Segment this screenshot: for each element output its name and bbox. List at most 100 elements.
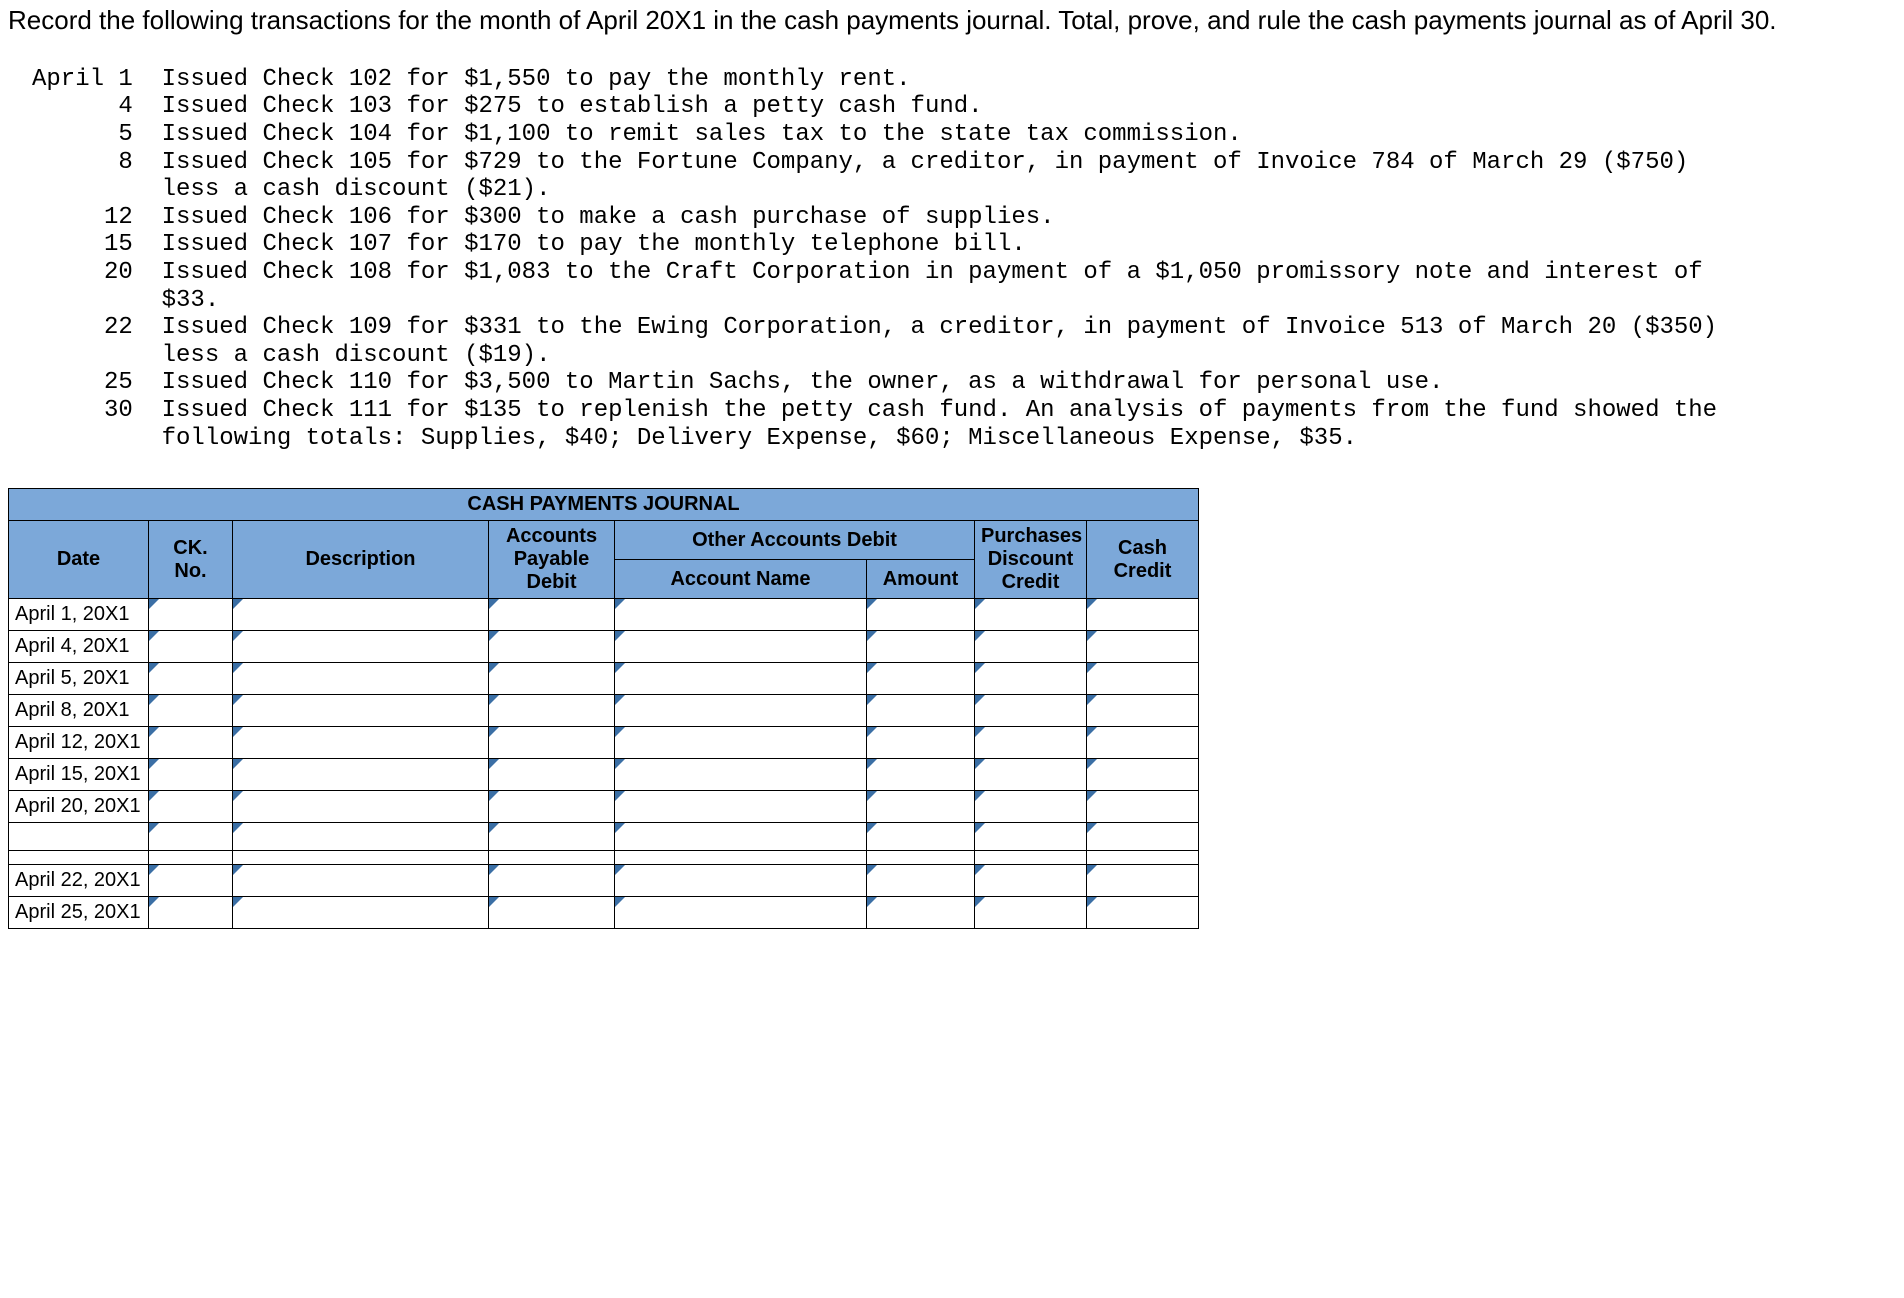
cell-description[interactable] <box>233 759 489 791</box>
cash-payments-journal-table: CASH PAYMENTS JOURNAL Date CK. No. Descr… <box>8 488 1199 929</box>
cell-pd-credit[interactable] <box>975 695 1087 727</box>
cell-ck-no[interactable] <box>149 599 233 631</box>
header-amount: Amount <box>867 560 975 599</box>
cell-ap-debit[interactable] <box>489 759 615 791</box>
header-description: Description <box>233 521 489 599</box>
cell-ap-debit[interactable] <box>489 695 615 727</box>
cell-account-name[interactable] <box>615 865 867 897</box>
table-row: April 12, 20X1 <box>9 727 1199 759</box>
table-row <box>9 823 1199 851</box>
cell-ck-no[interactable] <box>149 791 233 823</box>
cell-pd-credit[interactable] <box>975 897 1087 929</box>
cell-account-name[interactable] <box>615 695 867 727</box>
table-spacer-row <box>9 851 1199 865</box>
cell-pd-credit[interactable] <box>975 865 1087 897</box>
cell-amount[interactable] <box>867 663 975 695</box>
header-other-accounts: Other Accounts Debit <box>615 521 975 560</box>
cell-description[interactable] <box>233 823 489 851</box>
cell-ck-no[interactable] <box>149 865 233 897</box>
table-row: April 25, 20X1 <box>9 897 1199 929</box>
cell-amount[interactable] <box>867 727 975 759</box>
cell-description[interactable] <box>233 865 489 897</box>
cell-date: April 22, 20X1 <box>9 865 149 897</box>
cell-ck-no[interactable] <box>149 631 233 663</box>
cell-account-name[interactable] <box>615 759 867 791</box>
cell-cash-credit[interactable] <box>1087 695 1199 727</box>
cell-amount[interactable] <box>867 865 975 897</box>
cell-account-name[interactable] <box>615 631 867 663</box>
cell-date: April 8, 20X1 <box>9 695 149 727</box>
cell-account-name[interactable] <box>615 663 867 695</box>
journal-body: April 1, 20X1April 4, 20X1April 5, 20X1A… <box>9 599 1199 929</box>
table-row: April 5, 20X1 <box>9 663 1199 695</box>
problem-instructions: Record the following transactions for th… <box>8 4 1896 38</box>
cell-amount[interactable] <box>867 695 975 727</box>
cell-ap-debit[interactable] <box>489 791 615 823</box>
cell-ap-debit[interactable] <box>489 823 615 851</box>
cell-date: April 5, 20X1 <box>9 663 149 695</box>
cell-ap-debit[interactable] <box>489 897 615 929</box>
cell-cash-credit[interactable] <box>1087 897 1199 929</box>
cell-pd-credit[interactable] <box>975 791 1087 823</box>
cell-cash-credit[interactable] <box>1087 865 1199 897</box>
cell-date: April 20, 20X1 <box>9 791 149 823</box>
cell-amount[interactable] <box>867 599 975 631</box>
cell-description[interactable] <box>233 631 489 663</box>
cell-ap-debit[interactable] <box>489 663 615 695</box>
cell-description[interactable] <box>233 727 489 759</box>
cell-amount[interactable] <box>867 823 975 851</box>
cell-ck-no[interactable] <box>149 695 233 727</box>
cell-ap-debit[interactable] <box>489 599 615 631</box>
cell-ck-no[interactable] <box>149 759 233 791</box>
cell-cash-credit[interactable] <box>1087 759 1199 791</box>
header-ap-debit: Accounts Payable Debit <box>489 521 615 599</box>
table-row: April 1, 20X1 <box>9 599 1199 631</box>
cell-pd-credit[interactable] <box>975 823 1087 851</box>
cell-amount[interactable] <box>867 759 975 791</box>
cell-ap-debit[interactable] <box>489 865 615 897</box>
cell-cash-credit[interactable] <box>1087 823 1199 851</box>
cell-cash-credit[interactable] <box>1087 599 1199 631</box>
cell-ck-no[interactable] <box>149 897 233 929</box>
cell-amount[interactable] <box>867 631 975 663</box>
cell-ck-no[interactable] <box>149 727 233 759</box>
cell-pd-credit[interactable] <box>975 727 1087 759</box>
cell-description[interactable] <box>233 599 489 631</box>
header-date: Date <box>9 521 149 599</box>
cell-date: April 12, 20X1 <box>9 727 149 759</box>
cell-account-name[interactable] <box>615 599 867 631</box>
table-row: April 22, 20X1 <box>9 865 1199 897</box>
cell-ap-debit[interactable] <box>489 727 615 759</box>
cell-ck-no[interactable] <box>149 823 233 851</box>
table-row: April 4, 20X1 <box>9 631 1199 663</box>
cell-date: April 25, 20X1 <box>9 897 149 929</box>
cell-pd-credit[interactable] <box>975 631 1087 663</box>
cell-description[interactable] <box>233 663 489 695</box>
cell-amount[interactable] <box>867 791 975 823</box>
cell-account-name[interactable] <box>615 727 867 759</box>
header-ck-no: CK. No. <box>149 521 233 599</box>
cell-date: April 4, 20X1 <box>9 631 149 663</box>
cell-amount[interactable] <box>867 897 975 929</box>
cell-ck-no[interactable] <box>149 663 233 695</box>
cell-pd-credit[interactable] <box>975 759 1087 791</box>
cell-account-name[interactable] <box>615 897 867 929</box>
cell-ap-debit[interactable] <box>489 631 615 663</box>
cell-cash-credit[interactable] <box>1087 631 1199 663</box>
transactions-list: April 1 Issued Check 102 for $1,550 to p… <box>32 66 1896 452</box>
table-row: April 15, 20X1 <box>9 759 1199 791</box>
cell-cash-credit[interactable] <box>1087 727 1199 759</box>
cell-description[interactable] <box>233 791 489 823</box>
cell-description[interactable] <box>233 695 489 727</box>
header-cash-credit: Cash Credit <box>1087 521 1199 599</box>
table-row: April 8, 20X1 <box>9 695 1199 727</box>
cell-cash-credit[interactable] <box>1087 791 1199 823</box>
header-pd-credit: Purchases Discount Credit <box>975 521 1087 599</box>
cell-cash-credit[interactable] <box>1087 663 1199 695</box>
cell-account-name[interactable] <box>615 791 867 823</box>
cell-pd-credit[interactable] <box>975 663 1087 695</box>
cell-description[interactable] <box>233 897 489 929</box>
cell-account-name[interactable] <box>615 823 867 851</box>
cell-date: April 1, 20X1 <box>9 599 149 631</box>
cell-pd-credit[interactable] <box>975 599 1087 631</box>
